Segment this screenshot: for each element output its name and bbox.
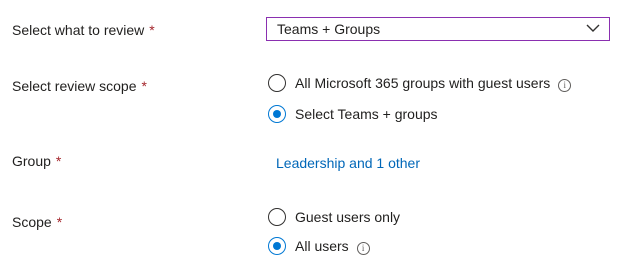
- group-label: Group *: [12, 153, 62, 169]
- radio-button-selected[interactable]: [268, 105, 286, 123]
- review-scope-label: Select review scope *: [12, 78, 147, 94]
- radio-option-label: Guest users only: [295, 209, 401, 225]
- required-asterisk: *: [56, 214, 63, 230]
- review-target-dropdown[interactable]: Teams + Groups: [266, 17, 610, 41]
- required-asterisk: *: [55, 153, 62, 169]
- info-icon[interactable]: i: [356, 242, 370, 255]
- required-asterisk: *: [149, 22, 155, 38]
- radio-option-label: Select Teams + groups: [295, 106, 438, 122]
- scope-label: Scope *: [12, 214, 63, 230]
- chevron-down-icon: [586, 24, 600, 32]
- info-icon[interactable]: i: [558, 79, 572, 92]
- radio-option-label: All users: [295, 238, 349, 254]
- radio-option-label: All Microsoft 365 groups with guest user…: [295, 75, 551, 91]
- review-target-label: Select what to review *: [12, 22, 155, 38]
- review-target-selected-value: Teams + Groups: [277, 21, 381, 37]
- radio-button[interactable]: [268, 74, 286, 92]
- radio-button-selected[interactable]: [268, 237, 286, 255]
- radio-button[interactable]: [268, 208, 286, 226]
- group-selection-link[interactable]: Leadership and 1 other: [276, 154, 420, 172]
- required-asterisk: *: [141, 78, 147, 94]
